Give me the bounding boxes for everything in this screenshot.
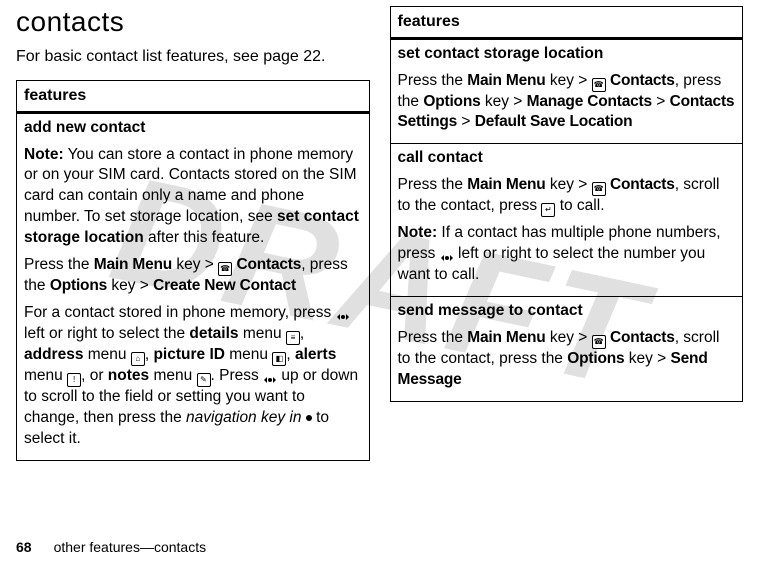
left-column: contacts For basic contact list features… <box>16 6 370 461</box>
main-menu-label: Main Menu <box>94 256 172 273</box>
text: menu <box>83 346 130 363</box>
text: menu <box>24 367 67 384</box>
contacts-icon: ☎ <box>592 78 606 92</box>
picture-icon: ◧ <box>272 352 286 366</box>
text: key > <box>107 277 153 294</box>
text: menu <box>239 325 286 342</box>
text: left or right to select the <box>24 325 189 342</box>
alerts-icon: ! <box>67 373 81 387</box>
contacts-icon: ☎ <box>592 182 606 196</box>
nav-key-icon <box>336 310 350 324</box>
contacts-label: Contacts <box>610 329 675 346</box>
text: key > <box>546 72 592 89</box>
details-icon: ≡ <box>286 331 300 345</box>
contacts-label: Contacts <box>610 72 675 89</box>
main-menu-label: Main Menu <box>467 72 545 89</box>
alerts-label: alerts <box>295 346 336 363</box>
press-paragraph: Press the Main Menu key > ☎ Contacts, sc… <box>398 175 736 217</box>
row-title: call contact <box>398 148 736 169</box>
table-row: set contact storage location Press the M… <box>390 38 743 144</box>
press-paragraph: Press the Main Menu key > ☎ Contacts, pr… <box>398 71 736 134</box>
table-row: add new contact Note: You can store a co… <box>17 112 370 460</box>
text: Press the <box>24 256 94 273</box>
text: key > <box>481 93 527 110</box>
options-label: Options <box>567 350 624 367</box>
contacts-icon: ☎ <box>592 335 606 349</box>
note-paragraph: Note: If a contact has multiple phone nu… <box>398 223 736 286</box>
contacts-label: Contacts <box>236 256 301 273</box>
nav-key-icon <box>440 251 454 265</box>
address-icon: ⌂ <box>131 352 145 366</box>
table-header: features <box>17 81 370 113</box>
footer-text: other features—contacts <box>54 539 207 555</box>
row-title: add new contact <box>24 118 362 139</box>
text: For a contact stored in phone memory, pr… <box>24 304 336 321</box>
right-column: features set contact storage location Pr… <box>390 6 744 461</box>
press-paragraph: Press the Main Menu key > ☎ Contacts, sc… <box>398 328 736 391</box>
notes-icon: ✎ <box>197 373 211 387</box>
text: Press the <box>398 72 468 89</box>
note-paragraph: Note: You can store a contact in phone m… <box>24 145 362 250</box>
text: key > <box>546 329 592 346</box>
table-row: send message to contact Press the Main M… <box>390 297 743 402</box>
features-table-right: features set contact storage location Pr… <box>390 6 744 402</box>
text: key > <box>624 350 670 367</box>
options-label: Options <box>423 93 480 110</box>
text: > <box>457 113 475 130</box>
press-paragraph: Press the Main Menu key > ☎ Contacts, pr… <box>24 255 362 297</box>
contacts-icon: ☎ <box>218 262 232 276</box>
text: Press the <box>398 329 468 346</box>
detail-paragraph: For a contact stored in phone memory, pr… <box>24 303 362 450</box>
text: menu <box>225 346 272 363</box>
note-tail: after this feature. <box>144 229 265 246</box>
text: > <box>652 93 670 110</box>
table-row: call contact Press the Main Menu key > ☎… <box>390 144 743 297</box>
text: to call. <box>555 197 604 214</box>
note-label: Note: <box>24 146 64 163</box>
options-label: Options <box>50 277 107 294</box>
intro-text: For basic contact list features, see pag… <box>16 48 370 66</box>
notes-label: notes <box>108 367 149 384</box>
page-number: 68 <box>16 539 32 555</box>
page-columns: contacts For basic contact list features… <box>0 0 759 461</box>
address-label: address <box>24 346 83 363</box>
row-title: send message to contact <box>398 301 736 322</box>
text: key > <box>546 176 592 193</box>
text: Press the <box>398 176 468 193</box>
features-table-left: features add new contact Note: You can s… <box>16 80 370 461</box>
manage-contacts-label: Manage Contacts <box>527 93 652 110</box>
picture-id-label: picture ID <box>153 346 224 363</box>
section-heading: contacts <box>16 6 370 38</box>
row-title: set contact storage location <box>398 44 736 65</box>
create-new-contact-label: Create New Contact <box>153 277 296 294</box>
main-menu-label: Main Menu <box>467 176 545 193</box>
text: key > <box>172 256 218 273</box>
nav-key-icon <box>263 373 277 387</box>
contacts-label: Contacts <box>610 176 675 193</box>
default-save-location-label: Default Save Location <box>475 113 633 130</box>
main-menu-label: Main Menu <box>467 329 545 346</box>
note-label: Note: <box>398 224 438 241</box>
text: menu <box>149 367 196 384</box>
send-key-icon: ↵ <box>541 203 555 217</box>
nav-key-in-label: navigation key in <box>186 409 301 426</box>
text: . Press <box>211 367 264 384</box>
page-footer: 68 other features—contacts <box>16 539 206 555</box>
details-label: details <box>189 325 238 342</box>
table-header: features <box>390 7 743 39</box>
